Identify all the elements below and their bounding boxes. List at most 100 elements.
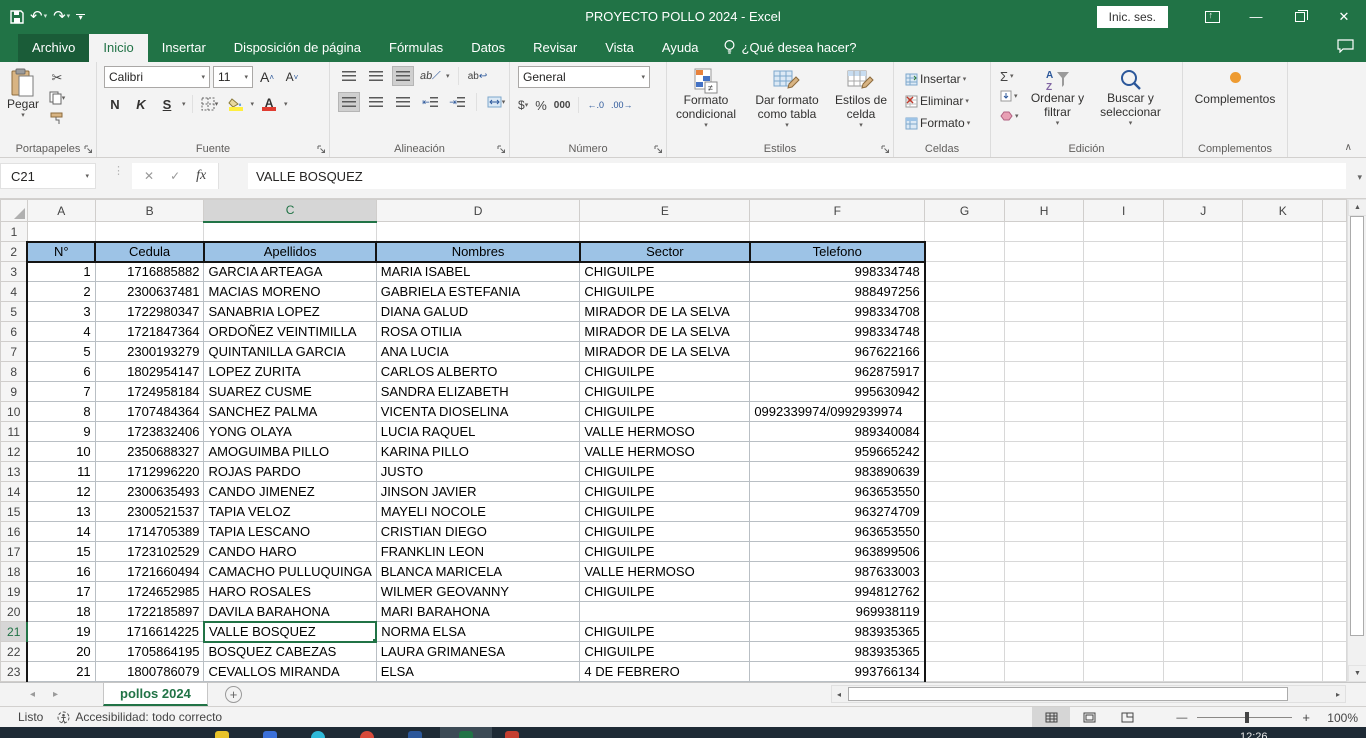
cell-E4[interactable]: CHIGUILPE [580, 282, 750, 302]
cell-A8[interactable]: 6 [27, 362, 95, 382]
taskbar-app-icon[interactable] [360, 731, 374, 738]
cell-I17[interactable] [1084, 542, 1164, 562]
cell-H6[interactable] [1004, 322, 1084, 342]
cell-I8[interactable] [1084, 362, 1164, 382]
cell-G20[interactable] [925, 602, 1005, 622]
scroll-right-icon[interactable]: ▸ [1331, 686, 1345, 702]
row-header-1[interactable]: 1 [1, 222, 28, 242]
cell-J23[interactable] [1163, 662, 1243, 682]
cell-I14[interactable] [1084, 482, 1164, 502]
cell-C23[interactable]: CEVALLOS MIRANDA [204, 662, 376, 682]
cell-D18[interactable]: BLANCA MARICELA [376, 562, 580, 582]
cell-B23[interactable]: 1800786079 [95, 662, 204, 682]
align-left-icon[interactable] [338, 92, 360, 112]
column-header-K[interactable]: K [1243, 200, 1323, 222]
cell-I21[interactable] [1084, 622, 1164, 642]
wrap-text-icon[interactable]: ab↩ [467, 66, 489, 86]
align-right-icon[interactable] [392, 92, 414, 112]
cell-J20[interactable] [1163, 602, 1243, 622]
delete-cells-button[interactable]: Eliminar▾ [902, 90, 990, 112]
cell-K8[interactable] [1243, 362, 1323, 382]
row-header-13[interactable]: 13 [1, 462, 28, 482]
cell-B15[interactable]: 2300521537 [95, 502, 204, 522]
row-header-16[interactable]: 16 [1, 522, 28, 542]
clear-icon[interactable]: ▾ [997, 106, 1022, 126]
fill-handle[interactable] [372, 638, 376, 642]
cell-filler-6[interactable] [1323, 322, 1347, 342]
cell-F20[interactable]: 969938119 [750, 602, 925, 622]
borders-icon[interactable]: ▾ [199, 94, 221, 114]
new-sheet-icon[interactable]: + [225, 686, 242, 703]
cell-G16[interactable] [925, 522, 1005, 542]
cell-H4[interactable] [1004, 282, 1084, 302]
cell-C19[interactable]: HARO ROSALES [204, 582, 376, 602]
cell-J9[interactable] [1163, 382, 1243, 402]
italic-button[interactable]: K [130, 94, 152, 114]
cell-J12[interactable] [1163, 442, 1243, 462]
cell-H9[interactable] [1004, 382, 1084, 402]
cell-C6[interactable]: ORDOÑEZ VEINTIMILLA [204, 322, 376, 342]
paste-button[interactable]: Pegar ▾ [0, 66, 46, 128]
row-header-7[interactable]: 7 [1, 342, 28, 362]
cell-B16[interactable]: 1714705389 [95, 522, 204, 542]
cell-filler-17[interactable] [1323, 542, 1347, 562]
font-name-select[interactable]: Calibri▾ [104, 66, 210, 88]
cell-D1[interactable] [376, 222, 580, 242]
cell-B9[interactable]: 1724958184 [95, 382, 204, 402]
cell-C17[interactable]: CANDO HARO [204, 542, 376, 562]
cell-filler-12[interactable] [1323, 442, 1347, 462]
cell-F10[interactable]: 0992339974/0992939974 [750, 402, 925, 422]
cell-H3[interactable] [1004, 262, 1084, 282]
tab-vista[interactable]: Vista [591, 34, 648, 62]
cell-E2[interactable]: Sector [580, 242, 750, 262]
cell-B12[interactable]: 2350688327 [95, 442, 204, 462]
cell-D3[interactable]: MARIA ISABEL [376, 262, 580, 282]
cell-F9[interactable]: 995630942 [750, 382, 925, 402]
cell-filler-2[interactable] [1323, 242, 1347, 262]
row-header-10[interactable]: 10 [1, 402, 28, 422]
row-header-12[interactable]: 12 [1, 442, 28, 462]
decrease-indent-icon[interactable]: ⇤ [419, 92, 441, 112]
cell-I7[interactable] [1084, 342, 1164, 362]
cell-E5[interactable]: MIRADOR DE LA SELVA [580, 302, 750, 322]
restore-button[interactable] [1278, 0, 1322, 33]
increase-indent-icon[interactable]: ⇥ [446, 92, 468, 112]
cell-filler-10[interactable] [1323, 402, 1347, 422]
cell-K22[interactable] [1243, 642, 1323, 662]
cell-H12[interactable] [1004, 442, 1084, 462]
orientation-icon[interactable]: ab⟋ [418, 66, 443, 86]
currency-format-icon[interactable]: $▾ [518, 95, 528, 115]
cell-E8[interactable]: CHIGUILPE [580, 362, 750, 382]
cell-E16[interactable]: CHIGUILPE [580, 522, 750, 542]
column-header-B[interactable]: B [95, 200, 204, 222]
cell-D13[interactable]: JUSTO [376, 462, 580, 482]
collapse-ribbon-icon[interactable]: ∧ [1345, 142, 1352, 153]
increase-font-icon[interactable]: A˄ [256, 67, 278, 87]
cell-filler-13[interactable] [1323, 462, 1347, 482]
cell-B8[interactable]: 1802954147 [95, 362, 204, 382]
cell-J17[interactable] [1163, 542, 1243, 562]
cell-B1[interactable] [95, 222, 204, 242]
merge-center-icon[interactable]: ▾ [485, 92, 507, 112]
cell-F22[interactable]: 983935365 [750, 642, 925, 662]
cell-F19[interactable]: 994812762 [750, 582, 925, 602]
cell-E6[interactable]: MIRADOR DE LA SELVA [580, 322, 750, 342]
cell-G11[interactable] [925, 422, 1005, 442]
feedback-icon[interactable] [1337, 39, 1354, 58]
zoom-out-icon[interactable]: — [1176, 712, 1187, 724]
column-header-J[interactable]: J [1163, 200, 1243, 222]
cell-filler-7[interactable] [1323, 342, 1347, 362]
font-size-select[interactable]: 11▾ [213, 66, 253, 88]
format-painter-icon[interactable] [46, 108, 68, 128]
cell-J8[interactable] [1163, 362, 1243, 382]
cell-filler-11[interactable] [1323, 422, 1347, 442]
column-header-I[interactable]: I [1084, 200, 1164, 222]
cell-filler-19[interactable] [1323, 582, 1347, 602]
cell-K9[interactable] [1243, 382, 1323, 402]
cell-G19[interactable] [925, 582, 1005, 602]
cell-A4[interactable]: 2 [27, 282, 95, 302]
cell-E19[interactable]: CHIGUILPE [580, 582, 750, 602]
cell-J13[interactable] [1163, 462, 1243, 482]
align-middle-icon[interactable] [365, 66, 387, 86]
styles-dialog-launcher-icon[interactable] [881, 145, 890, 154]
